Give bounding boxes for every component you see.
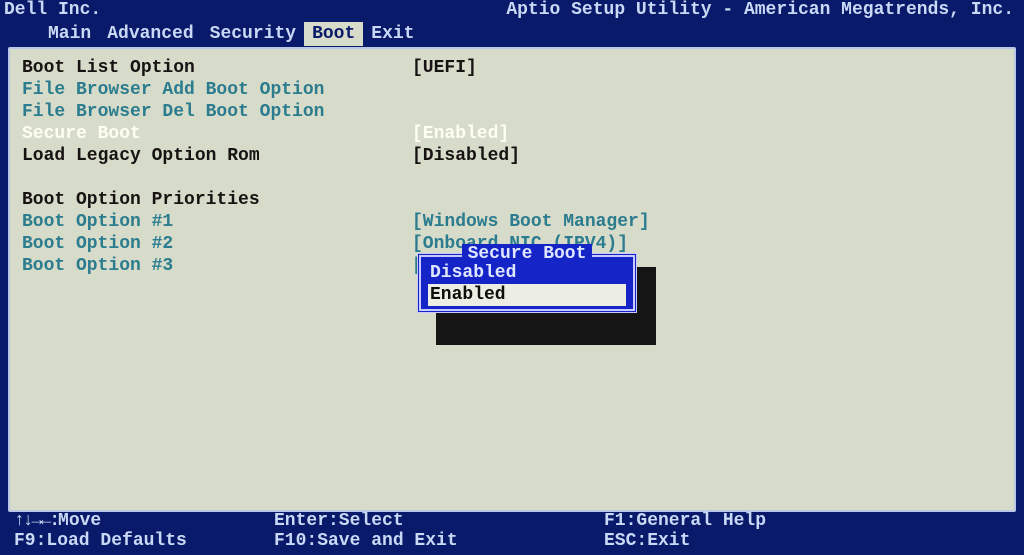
popup-options: Disabled Enabled [422,262,632,306]
spacer-row [22,167,1002,189]
popup-option-enabled[interactable]: Enabled [428,284,626,306]
help-f10: F10:Save and Exit [274,531,604,551]
popup-title: Secure Boot [462,244,593,264]
tab-security[interactable]: Security [202,22,304,46]
row-secure-boot[interactable]: Secure Boot [Enabled] [22,123,1002,145]
tab-main[interactable]: Main [40,22,99,46]
label-boot-opt-3: Boot Option #3 [22,255,412,277]
header-row: Dell Inc. Aptio Setup Utility - American… [0,0,1024,22]
value-secure-boot: [Enabled] [412,123,509,145]
value-load-legacy: [Disabled] [412,145,520,167]
label-boot-opt-1: Boot Option #1 [22,211,412,233]
popup-option-disabled[interactable]: Disabled [428,262,626,284]
menu-tabs: Main Advanced Security Boot Exit [0,22,1024,48]
value-boot-list-option: [UEFI] [412,57,477,79]
tab-advanced[interactable]: Advanced [99,22,201,46]
footer-help: ↑↓→←:Move Enter:Select F1:General Help F… [14,511,1010,553]
label-file-add: File Browser Add Boot Option [22,79,412,101]
label-boot-list-option: Boot List Option [22,57,412,79]
help-move-text: Move [58,511,101,531]
row-load-legacy[interactable]: Load Legacy Option Rom [Disabled] [22,145,1002,167]
row-boot-list-option[interactable]: Boot List Option [UEFI] [22,57,1002,79]
arrow-icons: ↑↓→←: [14,511,58,531]
value-boot-opt-1: [Windows Boot Manager] [412,211,650,233]
row-boot-opt-1[interactable]: Boot Option #1 [Windows Boot Manager] [22,211,1002,233]
row-file-add[interactable]: File Browser Add Boot Option [22,79,1002,101]
label-priorities-header: Boot Option Priorities [22,189,260,211]
vendor-label: Dell Inc. [4,0,101,20]
tab-exit[interactable]: Exit [363,22,422,46]
label-secure-boot: Secure Boot [22,123,412,145]
secure-boot-popup: Secure Boot Disabled Enabled [417,253,637,313]
utility-title: Aptio Setup Utility - American Megatrend… [506,0,1014,20]
row-priorities-header: Boot Option Priorities [22,189,1002,211]
bios-body: Boot List Option [UEFI] File Browser Add… [8,47,1016,512]
help-f1: F1:General Help [604,511,766,531]
help-esc: ESC:Exit [604,531,690,551]
help-move: ↑↓→←:Move [14,511,274,531]
tab-boot[interactable]: Boot [304,22,363,46]
label-boot-opt-2: Boot Option #2 [22,233,412,255]
row-file-del[interactable]: File Browser Del Boot Option [22,101,1002,123]
label-load-legacy: Load Legacy Option Rom [22,145,412,167]
help-f9: F9:Load Defaults [14,531,274,551]
label-file-del: File Browser Del Boot Option [22,101,412,123]
help-enter: Enter:Select [274,511,604,531]
popup-title-row: Secure Boot [422,244,632,262]
bios-screen: Dell Inc. Aptio Setup Utility - American… [0,0,1024,555]
